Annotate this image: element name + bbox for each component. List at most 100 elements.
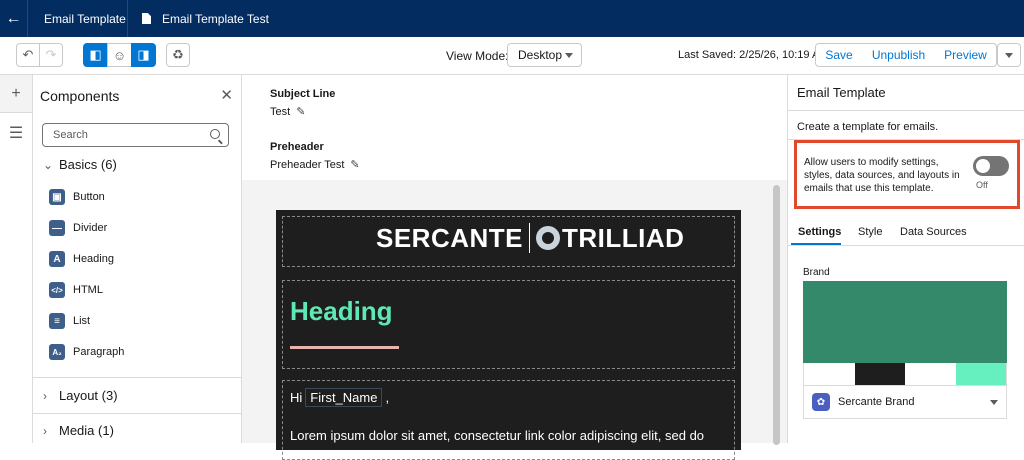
brand-primary-swatch: [803, 281, 1007, 363]
merge-field[interactable]: First_Name: [305, 388, 383, 407]
redo-icon[interactable]: ↷: [39, 43, 63, 67]
preview-button[interactable]: Preview: [935, 43, 997, 67]
panel-description: Create a template for emails.: [797, 121, 939, 133]
component-heading[interactable]: A Heading: [49, 249, 114, 269]
component-paragraph[interactable]: A₂ Paragraph: [49, 342, 124, 362]
divider-icon: —: [49, 220, 65, 236]
panel-title: Components: [40, 88, 120, 104]
tab-email-template-test[interactable]: Email Template Test: [128, 0, 269, 37]
tab-label: Email Template: [44, 11, 126, 26]
right-panel-icon[interactable]: ◨: [131, 43, 156, 67]
tab-settings[interactable]: Settings: [798, 226, 841, 238]
email-meta: Subject Line Test ✎ Preheader Preheader T…: [242, 75, 787, 180]
component-label: HTML: [73, 284, 103, 296]
save-button[interactable]: Save: [815, 43, 863, 67]
section-label: Media (1): [59, 423, 114, 438]
section-media[interactable]: › Media (1): [43, 423, 114, 438]
section-basics[interactable]: ⌄ Basics (6): [43, 157, 117, 172]
component-label: Paragraph: [73, 346, 125, 358]
allow-modify-toggle[interactable]: [973, 156, 1009, 176]
palette-icon: ✿: [812, 393, 830, 411]
app-header: ← Email Template Email Template Test: [0, 0, 1024, 37]
color-swatch: [854, 363, 905, 385]
toggle-state-label: Off: [976, 180, 988, 190]
brand-select[interactable]: ✿ Sercante Brand: [803, 385, 1007, 419]
left-rail: + ☰: [0, 75, 33, 443]
pencil-icon[interactable]: ✎: [296, 105, 305, 118]
preheader-field[interactable]: Preheader Test ✎: [270, 158, 360, 171]
logo-text-left: SERCANTE: [376, 222, 524, 253]
preheader-value: Preheader Test: [270, 159, 345, 171]
pencil-icon[interactable]: ✎: [350, 158, 359, 171]
view-mode-select[interactable]: Desktop: [507, 43, 582, 67]
robot-icon[interactable]: ☺: [107, 43, 132, 67]
close-icon[interactable]: ✕: [220, 86, 233, 104]
divider: [788, 110, 1024, 111]
unpublish-button[interactable]: Unpublish: [862, 43, 936, 67]
subject-line-label: Subject Line: [270, 88, 336, 100]
color-swatch: [905, 363, 956, 385]
component-label: List: [73, 315, 91, 327]
brand-logo: SERCANTE TRILLIAD: [376, 223, 684, 253]
editor-canvas: Subject Line Test ✎ Preheader Preheader T…: [242, 75, 787, 460]
list-icon[interactable]: ☰: [0, 114, 32, 152]
tab-email-template[interactable]: Email Template: [28, 0, 128, 37]
search-icon: [210, 129, 220, 139]
color-swatch: [955, 363, 1006, 385]
divider: [788, 245, 1024, 246]
puzzle-icon[interactable]: ♻: [166, 43, 190, 67]
panel-title: Email Template: [797, 85, 886, 100]
preheader-label: Preheader: [270, 141, 324, 153]
brand-label: Brand: [803, 267, 830, 278]
component-list[interactable]: ≡ List: [49, 311, 90, 331]
allow-modify-setting: Allow users to modify settings, styles, …: [794, 140, 1020, 209]
plus-icon[interactable]: +: [0, 75, 32, 113]
subject-line-field[interactable]: Test ✎: [270, 105, 305, 118]
html-icon: </>: [49, 282, 65, 298]
tab-label: Email Template Test: [162, 11, 269, 26]
heading-icon: A: [49, 251, 65, 267]
email-heading: Heading: [290, 296, 393, 326]
section-label: Layout (3): [59, 388, 118, 403]
builder-toolbar: ↶ ↷ ◧ ☺ ◨ ♻ View Mode: Desktop Last Save…: [0, 37, 1024, 75]
brand-color-strip: [803, 363, 1007, 385]
divider: [33, 413, 241, 414]
canvas-scrollbar[interactable]: [773, 185, 780, 445]
component-divider[interactable]: — Divider: [49, 218, 107, 238]
properties-panel: Email Template Create a template for ema…: [787, 75, 1024, 443]
divider: [33, 377, 241, 378]
body-paragraph: Lorem ipsum dolor sit amet, consectetur …: [290, 428, 705, 443]
paragraph-icon: A₂: [49, 344, 65, 360]
tab-data-sources[interactable]: Data Sources: [900, 226, 967, 238]
search-input[interactable]: Search: [42, 123, 229, 147]
button-icon: ▣: [49, 189, 65, 205]
email-body: SERCANTE TRILLIAD Heading Hi First_Name …: [276, 210, 741, 460]
color-swatch: [804, 363, 855, 385]
last-saved-text: Last Saved: 2/25/26, 10:19 AM: [678, 49, 829, 61]
list-icon: ≡: [49, 313, 65, 329]
component-html[interactable]: </> HTML: [49, 280, 103, 300]
greeting-suffix: ,: [385, 390, 390, 405]
logo-divider: [529, 223, 531, 253]
more-actions-button[interactable]: [997, 43, 1021, 67]
component-button[interactable]: ▣ Button: [49, 187, 105, 207]
left-panel-icon[interactable]: ◧: [83, 43, 108, 67]
chevron-down-icon: [565, 53, 573, 58]
subject-line-value: Test: [270, 106, 291, 118]
component-label: Button: [73, 191, 105, 203]
tab-style[interactable]: Style: [858, 226, 882, 238]
trilliad-logo-icon: [536, 226, 561, 250]
chevron-down-icon: [990, 400, 998, 405]
view-mode-value: Desktop: [518, 48, 563, 62]
brand-name: Sercante Brand: [838, 396, 915, 408]
section-label: Basics (6): [59, 157, 117, 172]
section-layout[interactable]: › Layout (3): [43, 388, 118, 403]
greeting-line: Hi First_Name ,: [290, 388, 389, 407]
logo-text-right: TRILLIAD: [562, 222, 685, 253]
toggle-knob: [976, 159, 990, 173]
back-arrow-icon[interactable]: ←: [0, 0, 28, 37]
chevron-down-icon: [1005, 52, 1013, 58]
chevron-right-icon: ›: [43, 388, 47, 403]
undo-icon[interactable]: ↶: [16, 43, 40, 67]
component-label: Heading: [73, 253, 114, 265]
